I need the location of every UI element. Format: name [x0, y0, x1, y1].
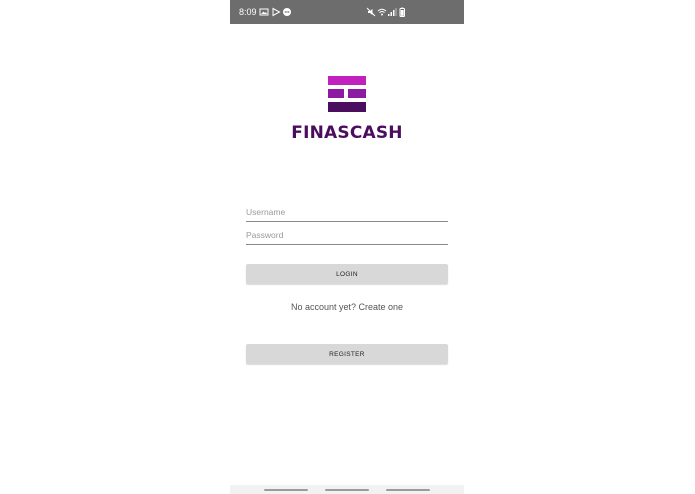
- back-button[interactable]: [386, 489, 430, 491]
- battery-icon: [399, 7, 405, 17]
- username-field[interactable]: [246, 204, 448, 222]
- login-button[interactable]: LOGIN: [246, 264, 448, 284]
- home-button[interactable]: [325, 489, 369, 491]
- status-bar: 8:09: [230, 0, 464, 24]
- navigation-bar: [230, 485, 464, 494]
- phone-screen: 8:09 FINASCASH Username LOGIN No account…: [230, 0, 464, 494]
- wifi-icon: [377, 8, 387, 16]
- play-store-icon: [272, 7, 281, 17]
- register-button[interactable]: REGISTER: [246, 344, 448, 364]
- message-icon: [283, 8, 291, 16]
- status-time: 8:09: [239, 7, 257, 17]
- recent-apps-button[interactable]: [264, 489, 308, 491]
- signal-icon: [388, 8, 397, 16]
- brand-name: FINASCASH: [291, 123, 403, 143]
- image-icon: [259, 8, 269, 16]
- finascash-logo: [328, 76, 366, 112]
- password-field[interactable]: [246, 227, 448, 245]
- mute-icon: [366, 7, 376, 17]
- create-account-link[interactable]: No account yet? Create one: [230, 302, 464, 312]
